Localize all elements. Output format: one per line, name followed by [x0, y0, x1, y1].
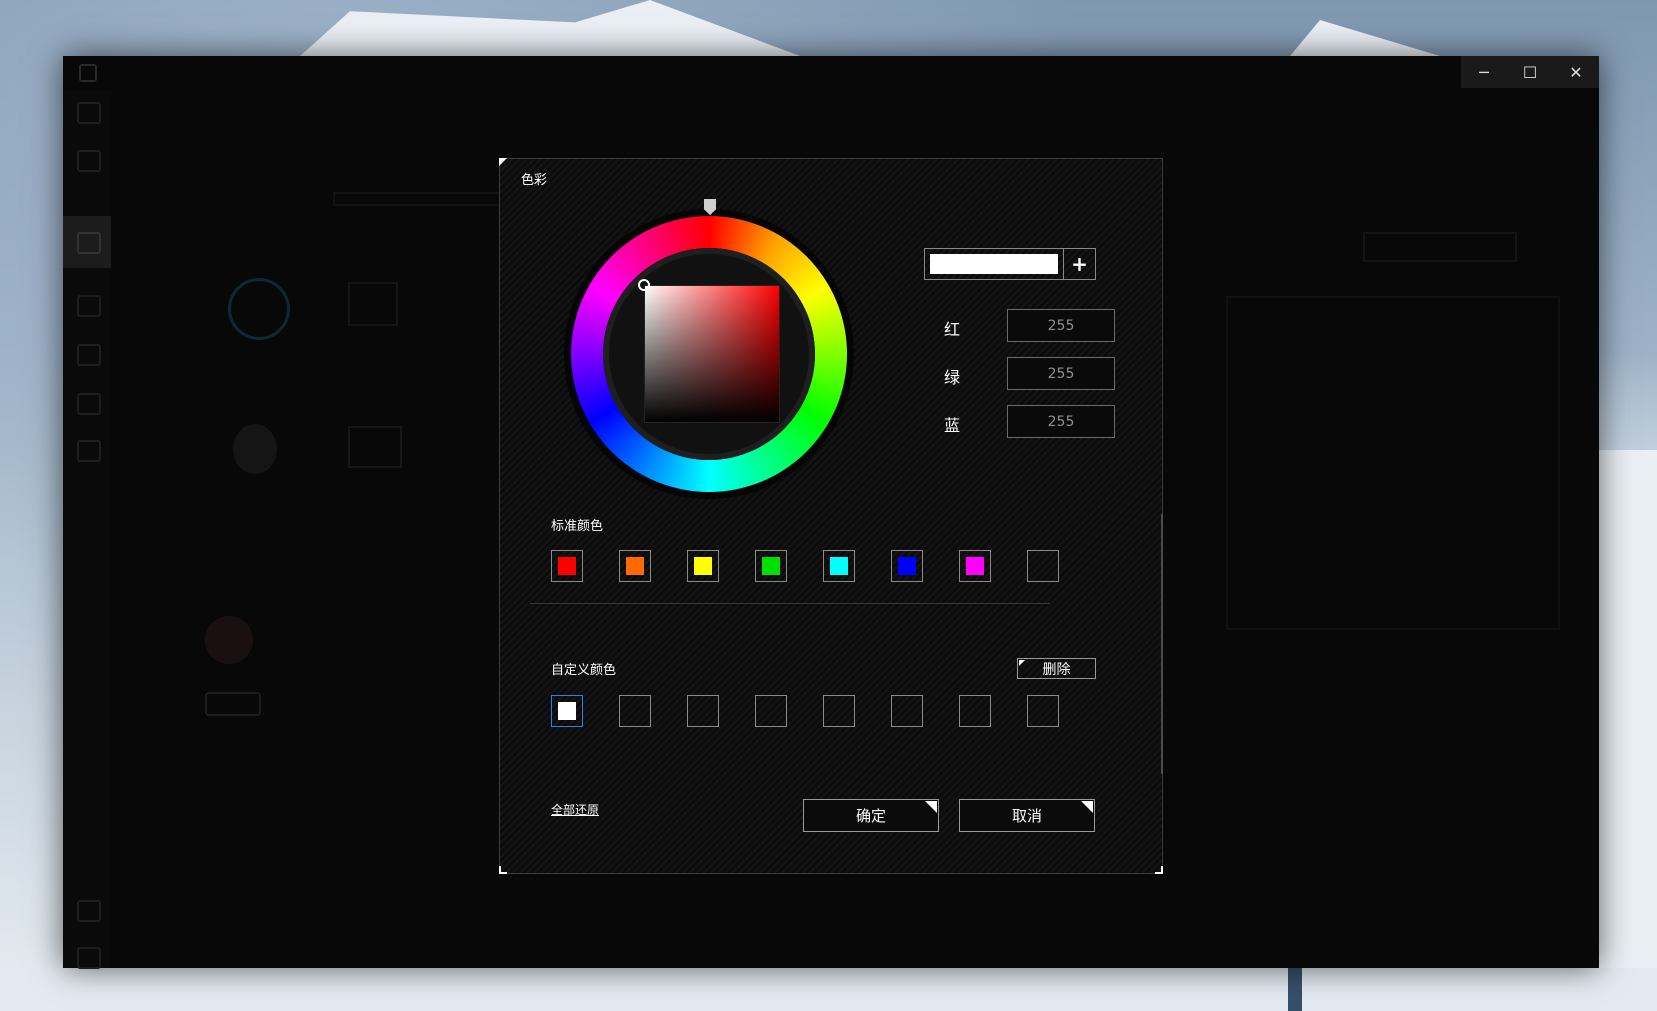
custom-color-swatch-1[interactable]: [551, 695, 583, 727]
reset-all-link[interactable]: 全部还原: [551, 801, 599, 818]
desktop-snow: [0, 968, 1657, 1011]
standard-color-swatch-7[interactable]: [959, 550, 991, 582]
sidebar-icon[interactable]: [77, 295, 101, 317]
desktop-mountain: [300, 0, 800, 56]
effect-icon: [348, 282, 398, 326]
sidebar-icon[interactable]: [77, 150, 101, 172]
cancel-button[interactable]: 取消: [959, 799, 1095, 832]
delete-button[interactable]: 删除: [1017, 658, 1096, 679]
red-label: 红: [944, 320, 961, 339]
standard-color-swatch-fill: [966, 557, 984, 575]
green-input[interactable]: 255: [1007, 357, 1115, 390]
title-bar: ─ ☐ ✕: [63, 56, 1599, 90]
effect-icon: [205, 616, 253, 664]
corner-decoration: [499, 158, 507, 166]
desktop-tree: [1288, 968, 1302, 1011]
divider: [530, 603, 1050, 604]
blue-input[interactable]: 255: [1007, 405, 1115, 438]
custom-color-swatch-3[interactable]: [687, 695, 719, 727]
custom-color-swatch-6[interactable]: [891, 695, 923, 727]
dialog-title: 色彩: [521, 173, 548, 188]
close-button[interactable]: ✕: [1553, 56, 1599, 88]
red-row: 红 255: [944, 309, 1115, 343]
sidebar-icon[interactable]: [77, 900, 101, 922]
standard-color-swatch-2[interactable]: [619, 550, 651, 582]
toggle: [205, 692, 261, 716]
sidebar-icon[interactable]: [77, 947, 101, 969]
sidebar-icon[interactable]: [77, 102, 101, 124]
standard-colors-label: 标准颜色: [551, 519, 604, 534]
sidebar-icon[interactable]: [77, 232, 101, 254]
custom-color-swatch-2[interactable]: [619, 695, 651, 727]
green-row: 绿 255: [944, 357, 1115, 391]
current-color-swatch: [930, 254, 1058, 274]
sidebar-icon[interactable]: [77, 344, 101, 366]
custom-color-swatch-fill: [558, 702, 576, 720]
desktop-mountain: [1290, 20, 1440, 56]
green-label: 绿: [944, 368, 961, 387]
scrollbar[interactable]: [1161, 514, 1163, 774]
custom-color-swatch-7[interactable]: [959, 695, 991, 727]
corner-decoration: [499, 866, 507, 874]
effect-icon: [233, 424, 277, 474]
app-logo-icon: [79, 64, 97, 82]
color-dialog: 色彩 + 红 255 绿 255 蓝 255 标准颜色 自定义颜色 删除 全部还…: [499, 158, 1163, 874]
standard-color-swatch-fill: [626, 557, 644, 575]
red-input[interactable]: 255: [1007, 309, 1115, 342]
standard-color-swatch-4[interactable]: [755, 550, 787, 582]
saturation-value-square[interactable]: [644, 285, 780, 423]
standard-color-swatch-fill: [830, 557, 848, 575]
sidebar-icon[interactable]: [77, 393, 101, 415]
color-preview: +: [924, 248, 1096, 280]
color-picker-cursor[interactable]: [638, 279, 650, 291]
standard-color-swatch-6[interactable]: [891, 550, 923, 582]
corner-decoration: [1155, 866, 1163, 874]
blue-label: 蓝: [944, 416, 961, 435]
blue-row: 蓝 255: [944, 405, 1115, 439]
effect-icon: [228, 278, 290, 340]
standard-color-swatch-fill: [898, 557, 916, 575]
desktop-snow: [1599, 450, 1657, 1011]
panel: [1226, 296, 1560, 630]
standard-color-swatch-fill: [558, 557, 576, 575]
standard-color-swatch-8[interactable]: [1027, 550, 1059, 582]
ok-button[interactable]: 确定: [803, 799, 939, 832]
standard-color-swatch-1[interactable]: [551, 550, 583, 582]
sidebar: [63, 90, 111, 969]
custom-color-swatch-5[interactable]: [823, 695, 855, 727]
window-controls: ─ ☐ ✕: [1461, 56, 1599, 88]
custom-color-swatch-8[interactable]: [1027, 695, 1059, 727]
custom-colors-label: 自定义颜色: [551, 663, 617, 678]
panel: [1363, 232, 1517, 262]
sidebar-icon[interactable]: [77, 440, 101, 462]
maximize-button[interactable]: ☐: [1507, 56, 1553, 88]
standard-color-swatch-3[interactable]: [687, 550, 719, 582]
standard-color-swatch-fill: [762, 557, 780, 575]
add-custom-color-button[interactable]: +: [1063, 249, 1095, 279]
effect-icon: [348, 426, 402, 468]
standard-color-swatch-5[interactable]: [823, 550, 855, 582]
minimize-button[interactable]: ─: [1461, 56, 1507, 88]
standard-color-swatch-fill: [694, 557, 712, 575]
custom-color-swatch-4[interactable]: [755, 695, 787, 727]
